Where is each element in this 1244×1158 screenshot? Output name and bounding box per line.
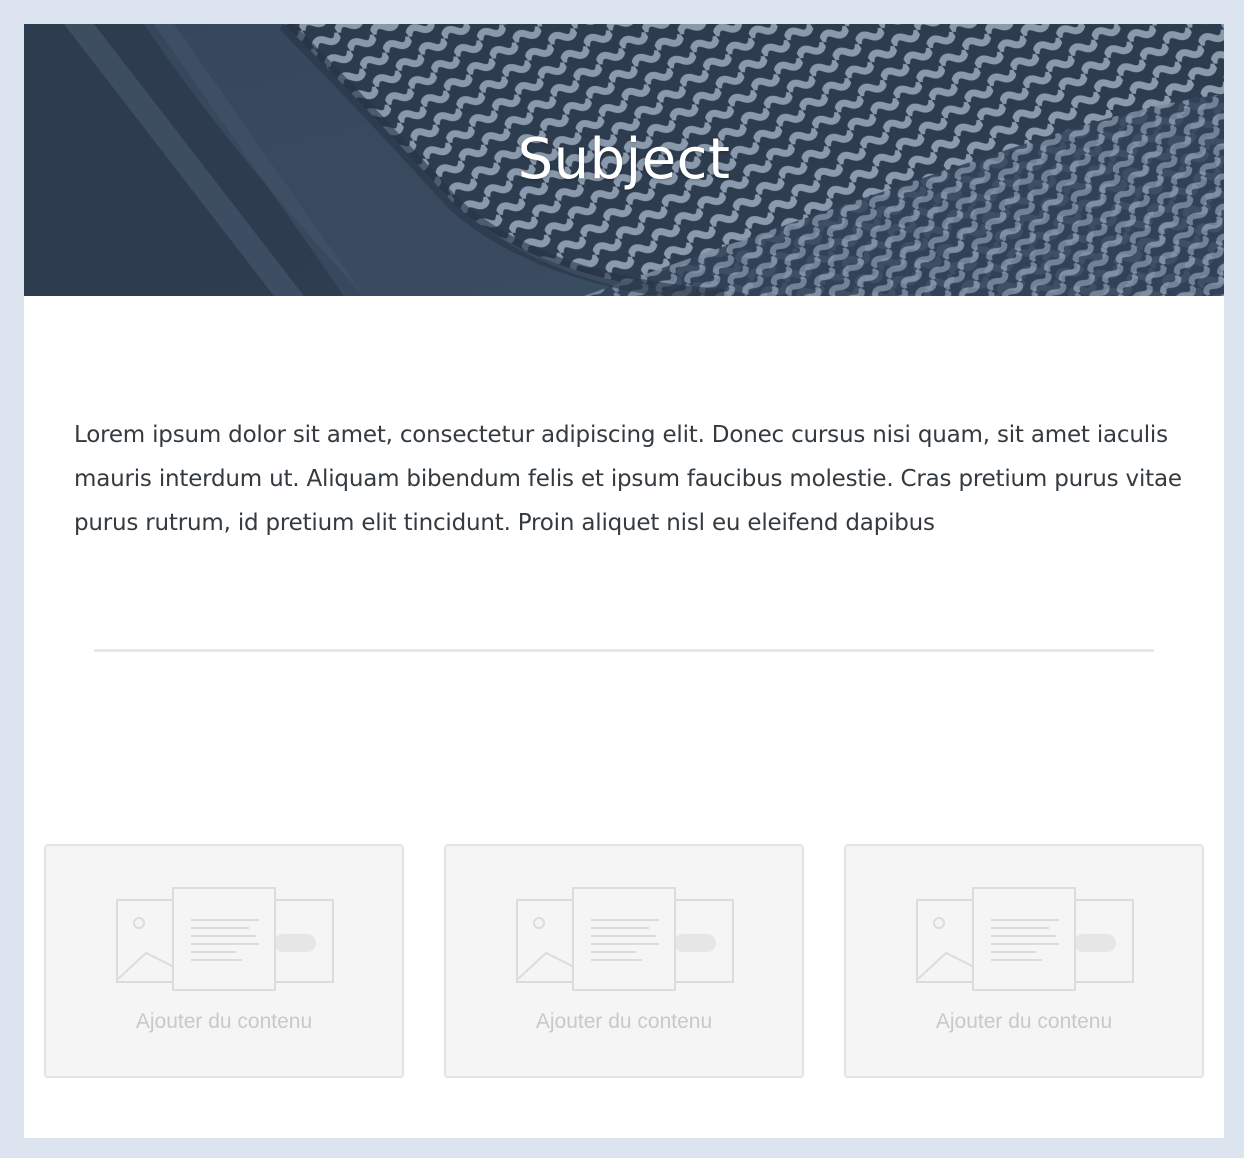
body-paragraph[interactable]: Lorem ipsum dolor sit amet, consectetur … — [74, 413, 1184, 545]
add-content-icon — [916, 887, 1134, 991]
add-content-placeholder-1[interactable]: Ajouter du contenu — [44, 844, 404, 1078]
add-content-label: Ajouter du contenu — [135, 1010, 313, 1033]
add-content-icon — [516, 887, 734, 991]
add-content-label: Ajouter du contenu — [935, 1010, 1113, 1033]
add-content-label: Ajouter du contenu — [535, 1010, 713, 1033]
divider-line — [94, 649, 1154, 652]
add-content-icon — [116, 887, 334, 991]
email-sheet: Subject Lorem ipsum dolor sit amet, cons… — [24, 24, 1224, 1138]
hero-banner[interactable]: Subject — [24, 24, 1224, 296]
add-content-placeholder-2[interactable]: Ajouter du contenu — [444, 844, 804, 1078]
hero-title: Subject — [517, 127, 731, 192]
add-content-placeholder-3[interactable]: Ajouter du contenu — [844, 844, 1204, 1078]
